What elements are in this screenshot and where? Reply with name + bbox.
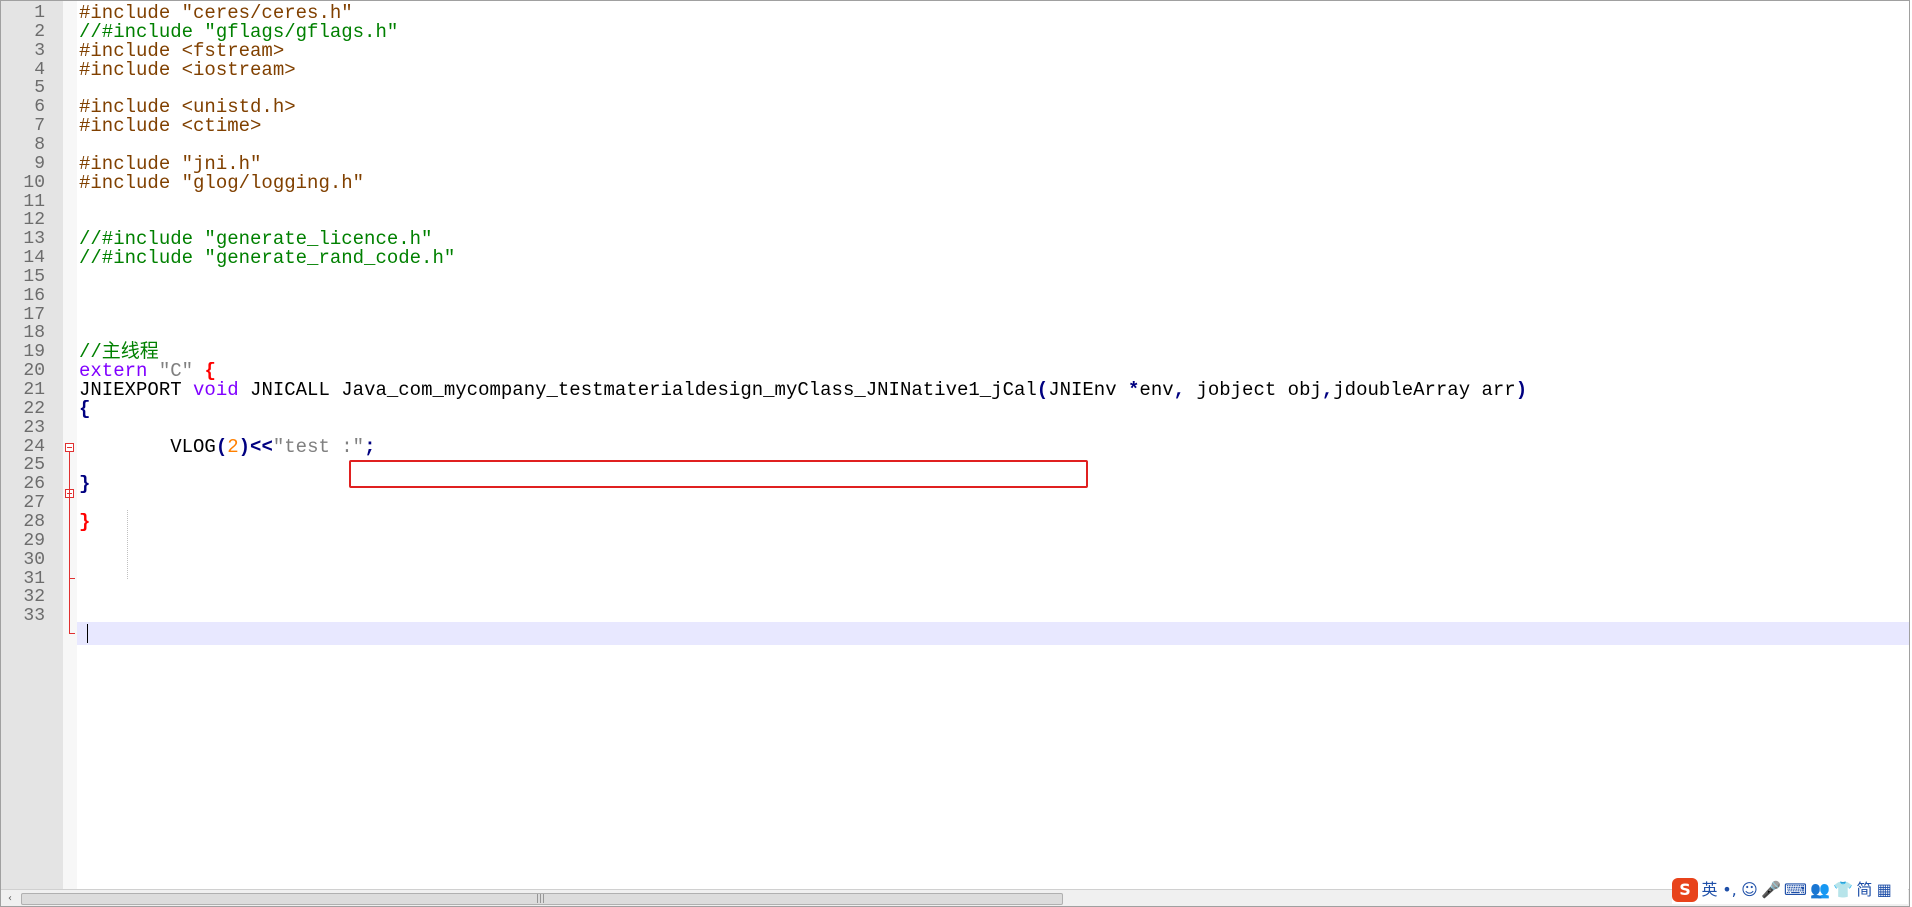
ime-items: 英 •, ☺ 🎤 ⌨ 👥 👕 简 ▦ <box>1701 878 1893 902</box>
fold-end-function <box>69 578 75 579</box>
ime-simplified-toggle[interactable]: 简 <box>1856 878 1873 902</box>
ime-user-icon[interactable]: 👥 <box>1810 878 1830 902</box>
fold-line-extern <box>69 452 70 633</box>
ime-grid-icon[interactable]: ▦ <box>1876 878 1893 902</box>
ime-lang-toggle[interactable]: 英 <box>1701 878 1718 902</box>
indent-guide <box>127 510 128 579</box>
ime-punct-icon[interactable]: •, <box>1721 878 1738 902</box>
fold-toggle-extern-icon[interactable] <box>65 443 74 452</box>
text-caret <box>87 624 88 643</box>
ime-voice-icon[interactable]: 🎤 <box>1761 878 1781 902</box>
scrollbar-thumb[interactable]: ||| <box>21 893 1063 905</box>
ime-toolbar[interactable]: S 英 •, ☺ 🎤 ⌨ 👥 👕 简 ▦ <box>1672 876 1908 904</box>
function-name-highlight-box <box>349 460 1088 488</box>
code-editor[interactable]: 1 #include "ceres/ceres.h" 2//#include "gf… <box>0 0 1910 907</box>
scrollbar-grip-icon: ||| <box>536 894 546 904</box>
fold-end-extern <box>69 633 75 634</box>
scroll-left-arrow-icon[interactable]: ‹ <box>3 892 17 906</box>
code-line: 33 <box>1 605 1909 628</box>
sogou-logo-icon[interactable]: S <box>1672 878 1698 902</box>
ime-keyboard-icon[interactable]: ⌨ <box>1784 878 1807 902</box>
ime-emoji-icon[interactable]: ☺ <box>1741 878 1758 902</box>
ime-skin-icon[interactable]: 👕 <box>1833 878 1853 902</box>
line-number: 33 <box>23 606 45 626</box>
horizontal-scrollbar[interactable]: ‹ ||| <box>1 889 1909 906</box>
